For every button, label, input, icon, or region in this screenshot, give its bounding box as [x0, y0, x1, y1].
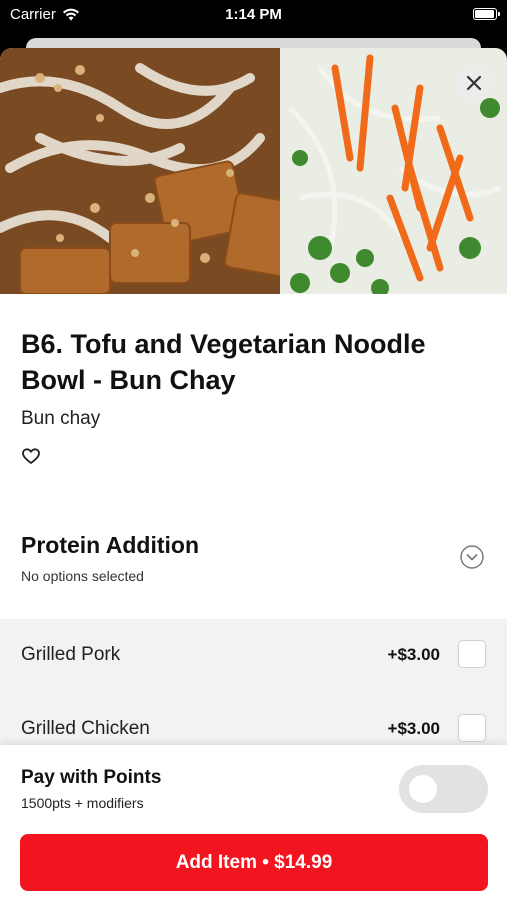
modifier-group-title: Protein Addition [21, 532, 200, 558]
status-bar: Carrier 1:14 PM [0, 0, 507, 30]
option-checkbox[interactable] [458, 714, 486, 742]
item-subtitle: Bun chay [21, 408, 101, 429]
option-price: +$3.00 [387, 645, 440, 664]
status-time: 1:14 PM [225, 6, 282, 23]
option-price: +$3.00 [387, 719, 440, 738]
item-photo [0, 48, 507, 294]
pay-with-points-toggle[interactable] [399, 765, 488, 813]
pay-with-points-label: Pay with Points [21, 767, 162, 788]
option-name: Grilled Chicken [21, 718, 150, 739]
battery-fill [475, 10, 494, 18]
battery-icon [473, 8, 500, 20]
option-grilled-pork[interactable]: Grilled Pork +$3.00 [0, 619, 507, 693]
modifier-options-list: Grilled Pork +$3.00 Grilled Chicken +$3.… [0, 619, 507, 749]
checkout-footer: Pay with Points 1500pts + modifiers Add … [0, 745, 507, 900]
toggle-knob [409, 775, 437, 803]
item-title: B6. Tofu and Vegetarian Noodle Bowl - Bu… [21, 329, 426, 395]
chevron-down-icon[interactable] [460, 545, 484, 569]
item-photo-illustration [0, 48, 507, 294]
heart-icon[interactable] [21, 446, 41, 466]
add-item-button[interactable]: Add Item • $14.99 [20, 834, 488, 891]
close-icon [466, 75, 482, 91]
option-checkbox[interactable] [458, 640, 486, 668]
close-button[interactable] [455, 64, 493, 102]
pay-with-points-detail: 1500pts + modifiers [21, 795, 144, 811]
item-detail-sheet: B6. Tofu and Vegetarian Noodle Bowl - Bu… [0, 48, 507, 900]
modifier-group-status: No options selected [21, 568, 144, 584]
option-name: Grilled Pork [21, 644, 121, 665]
